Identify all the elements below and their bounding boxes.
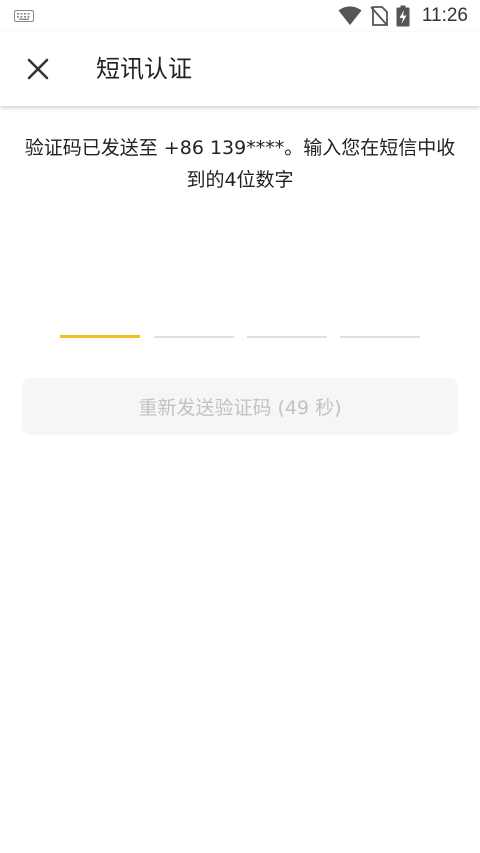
no-sim-icon	[370, 6, 388, 26]
status-bar: 11:26	[0, 0, 480, 32]
keyboard-icon	[14, 10, 34, 22]
resend-code-button[interactable]: 重新发送验证码 (49 秒)	[22, 378, 458, 435]
wifi-icon	[338, 6, 362, 25]
page-title: 短讯认证	[96, 55, 192, 83]
code-slot-4[interactable]	[340, 320, 420, 338]
code-slot-1[interactable]	[60, 320, 140, 338]
close-button[interactable]	[16, 47, 60, 91]
code-slot-3[interactable]	[247, 320, 327, 338]
code-slot-2[interactable]	[154, 320, 234, 338]
battery-charging-icon	[396, 5, 410, 27]
status-time: 11:26	[421, 5, 468, 26]
verification-message: 验证码已发送至 +86 139****。输入您在短信中收到的4位数字	[24, 137, 456, 191]
status-icons: 11:26	[338, 0, 468, 32]
app-bar: 短讯认证	[0, 32, 480, 106]
code-input[interactable]	[60, 320, 422, 350]
close-icon	[27, 58, 49, 80]
